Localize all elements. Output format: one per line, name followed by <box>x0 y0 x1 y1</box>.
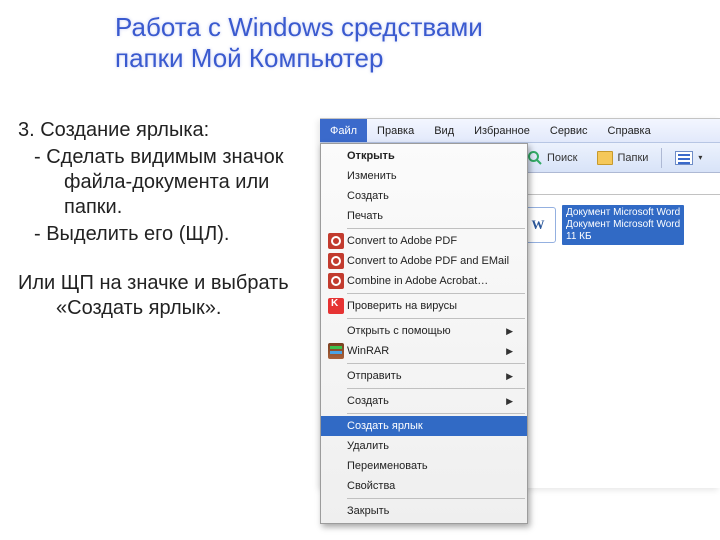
slide-title: Работа с Windows средствами папки Мой Ко… <box>115 12 483 74</box>
menu-item-open[interactable]: Открыть <box>321 146 527 166</box>
menu-item-combine-acrobat[interactable]: Combine in Adobe Acrobat… <box>321 271 527 291</box>
file-item[interactable]: W Документ Microsoft Word Документ Micro… <box>520 205 710 245</box>
menu-item-open-with[interactable]: Открыть с помощью▶ <box>321 321 527 341</box>
menu-item-virus-scan[interactable]: Проверить на вирусы <box>321 296 527 316</box>
title-line-2: папки Мой Компьютер <box>115 43 483 74</box>
adobe-pdf-icon <box>328 273 344 289</box>
adobe-pdf-icon <box>328 253 344 269</box>
menu-item-print[interactable]: Печать <box>321 206 527 226</box>
menu-separator <box>347 388 525 389</box>
bullet-1: - Сделать видимым значок файла-документа… <box>26 145 298 220</box>
toolbar-search-button[interactable]: Поиск <box>520 147 584 169</box>
menu-item-delete[interactable]: Удалить <box>321 436 527 456</box>
menu-item-rename[interactable]: Переименовать <box>321 456 527 476</box>
submenu-arrow-icon: ▶ <box>506 346 513 357</box>
menu-item-convert-pdf-email[interactable]: Convert to Adobe PDF and EMail <box>321 251 527 271</box>
explorer-window: Файл Правка Вид Избранное Сервис Справка… <box>320 118 720 488</box>
alt-text: Или ЩП на значке и выбрать «Создать ярлы… <box>18 271 298 321</box>
menu-tools[interactable]: Сервис <box>540 119 598 142</box>
submenu-arrow-icon: ▶ <box>506 371 513 382</box>
menu-separator <box>347 363 525 364</box>
step-heading: 3. Создание ярлыка: <box>18 118 298 143</box>
chevron-down-icon: ▾ <box>698 153 702 162</box>
file-menu-dropdown: Открыть Изменить Создать Печать Convert … <box>320 143 528 524</box>
toolbar-folders-button[interactable]: Папки <box>590 148 655 168</box>
toolbar-separator <box>661 148 662 168</box>
title-line-1: Работа с Windows средствами <box>115 12 483 43</box>
menu-separator <box>347 318 525 319</box>
menu-edit[interactable]: Правка <box>367 119 424 142</box>
menu-item-send-to[interactable]: Отправить▶ <box>321 366 527 386</box>
toolbar-views-button[interactable]: ▾ <box>668 148 709 168</box>
menu-item-properties[interactable]: Свойства <box>321 476 527 496</box>
menu-separator <box>347 413 525 414</box>
menu-file[interactable]: Файл <box>320 119 367 142</box>
adobe-pdf-icon <box>328 233 344 249</box>
menu-item-winrar[interactable]: WinRAR▶ <box>321 341 527 361</box>
toolbar-folders-label: Папки <box>617 152 648 164</box>
winrar-icon <box>328 343 344 359</box>
menu-item-edit[interactable]: Изменить <box>321 166 527 186</box>
menu-item-new[interactable]: Создать <box>321 186 527 206</box>
toolbar-search-label: Поиск <box>547 152 577 164</box>
menubar: Файл Правка Вид Избранное Сервис Справка <box>320 119 720 143</box>
menu-separator <box>347 293 525 294</box>
instruction-text: 3. Создание ярлыка: - Сделать видимым зн… <box>18 118 298 323</box>
files-pane[interactable]: W Документ Microsoft Word Документ Micro… <box>510 195 720 488</box>
menu-separator <box>347 498 525 499</box>
menu-separator <box>347 228 525 229</box>
menu-view[interactable]: Вид <box>424 119 464 142</box>
file-label: Документ Microsoft Word Документ Microso… <box>562 205 684 245</box>
antivirus-icon <box>328 298 344 314</box>
menu-item-convert-pdf[interactable]: Convert to Adobe PDF <box>321 231 527 251</box>
menu-item-create-shortcut[interactable]: Создать ярлык <box>321 416 527 436</box>
submenu-arrow-icon: ▶ <box>506 396 513 407</box>
submenu-arrow-icon: ▶ <box>506 326 513 337</box>
menu-help[interactable]: Справка <box>598 119 661 142</box>
bullet-2: - Выделить его (ЩЛ). <box>26 222 298 247</box>
menu-favorites[interactable]: Избранное <box>464 119 540 142</box>
menu-item-close[interactable]: Закрыть <box>321 501 527 521</box>
menu-item-create[interactable]: Создать▶ <box>321 391 527 411</box>
views-icon <box>675 151 693 165</box>
folder-icon <box>597 151 613 165</box>
search-icon <box>527 150 543 166</box>
